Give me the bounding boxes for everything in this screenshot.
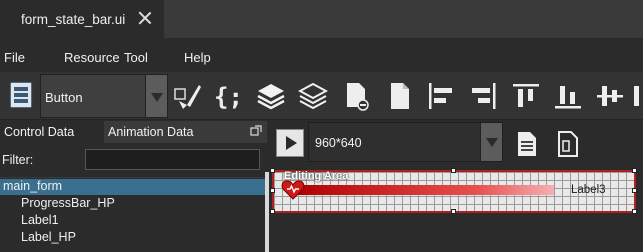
resize-handle[interactable] — [451, 209, 456, 214]
document-icon[interactable] — [384, 81, 414, 111]
filter-label: Filter: — [2, 153, 34, 167]
tree-item-label: Label1 — [21, 213, 59, 227]
tab-form-state-bar[interactable]: form_state_bar.ui — [0, 0, 164, 38]
resize-handle[interactable] — [451, 168, 456, 173]
document-frame-icon[interactable] — [556, 131, 580, 157]
resolution-value: 960*640 — [315, 136, 362, 150]
menu-bar: File Resource Tool Help — [0, 38, 643, 74]
align-bottom-icon[interactable] — [553, 81, 583, 111]
resize-handle[interactable] — [632, 188, 637, 193]
control-tree: main_form ProgressBar_HP Label1 Label_HP — [0, 177, 265, 252]
align-right-icon[interactable] — [468, 81, 498, 111]
layer-stack-icon[interactable] — [256, 81, 286, 111]
menu-file[interactable]: File — [4, 50, 25, 65]
align-center-v-icon[interactable] — [632, 81, 643, 111]
heart-icon — [281, 180, 305, 200]
close-icon[interactable] — [138, 11, 152, 25]
tree-item-main-form[interactable]: main_form — [0, 179, 265, 195]
tree-item-label: main_form — [3, 179, 63, 193]
align-left-icon[interactable] — [426, 81, 456, 111]
chevron-down-icon[interactable] — [480, 123, 502, 161]
svg-text:{;}: {;} — [214, 83, 244, 111]
chevron-down-icon[interactable] — [145, 75, 167, 117]
control-panel: Control Data Animation Data Filter: main… — [0, 121, 267, 252]
resize-handle[interactable] — [270, 188, 275, 193]
resize-handle[interactable] — [632, 168, 637, 173]
resize-handle[interactable] — [270, 168, 275, 173]
label3-text[interactable]: Label3 — [571, 184, 606, 196]
tree-item-label: Label_HP — [21, 230, 76, 244]
document-remove-icon[interactable] — [341, 81, 371, 111]
align-top-icon[interactable] — [511, 81, 541, 111]
progressbar-hp[interactable] — [296, 185, 554, 195]
toolbar: Button {;} — [0, 72, 643, 120]
braces-icon[interactable]: {;} — [214, 81, 244, 111]
tab-animation-data[interactable]: Animation Data — [104, 121, 244, 143]
progressbar-fill — [296, 185, 554, 195]
resize-handle[interactable] — [270, 209, 275, 214]
menu-resource[interactable]: Resource — [64, 50, 120, 65]
tree-item-label1[interactable]: Label1 — [0, 213, 265, 229]
tree-item-label-hp[interactable]: Label_HP — [0, 230, 265, 246]
menu-help[interactable]: Help — [184, 50, 211, 65]
panel-tabs: Control Data Animation Data — [0, 121, 267, 143]
play-button[interactable] — [276, 129, 304, 157]
tab-strip: form_state_bar.ui — [0, 0, 643, 38]
widget-type-combo[interactable]: Button — [40, 74, 168, 118]
form-select-icon[interactable] — [7, 80, 35, 110]
paint-brush-icon[interactable] — [173, 81, 203, 111]
tree-item-progressbar-hp[interactable]: ProgressBar_HP — [0, 196, 265, 212]
layers-icon[interactable] — [298, 81, 328, 111]
filter-input[interactable] — [85, 149, 260, 170]
resolution-combo[interactable]: 960*640 — [308, 122, 503, 162]
tab-control-data[interactable]: Control Data — [0, 121, 104, 143]
tree-item-label: ProgressBar_HP — [21, 196, 115, 210]
filter-row: Filter: — [0, 149, 267, 171]
dock-icon[interactable] — [250, 125, 262, 137]
align-center-h-icon[interactable] — [595, 81, 625, 111]
tab-title: form_state_bar.ui — [21, 11, 126, 27]
document-lines-icon[interactable] — [515, 131, 539, 157]
menu-tool[interactable]: Tool — [124, 50, 148, 65]
resize-handle[interactable] — [632, 209, 637, 214]
widget-type-value: Button — [45, 90, 83, 105]
